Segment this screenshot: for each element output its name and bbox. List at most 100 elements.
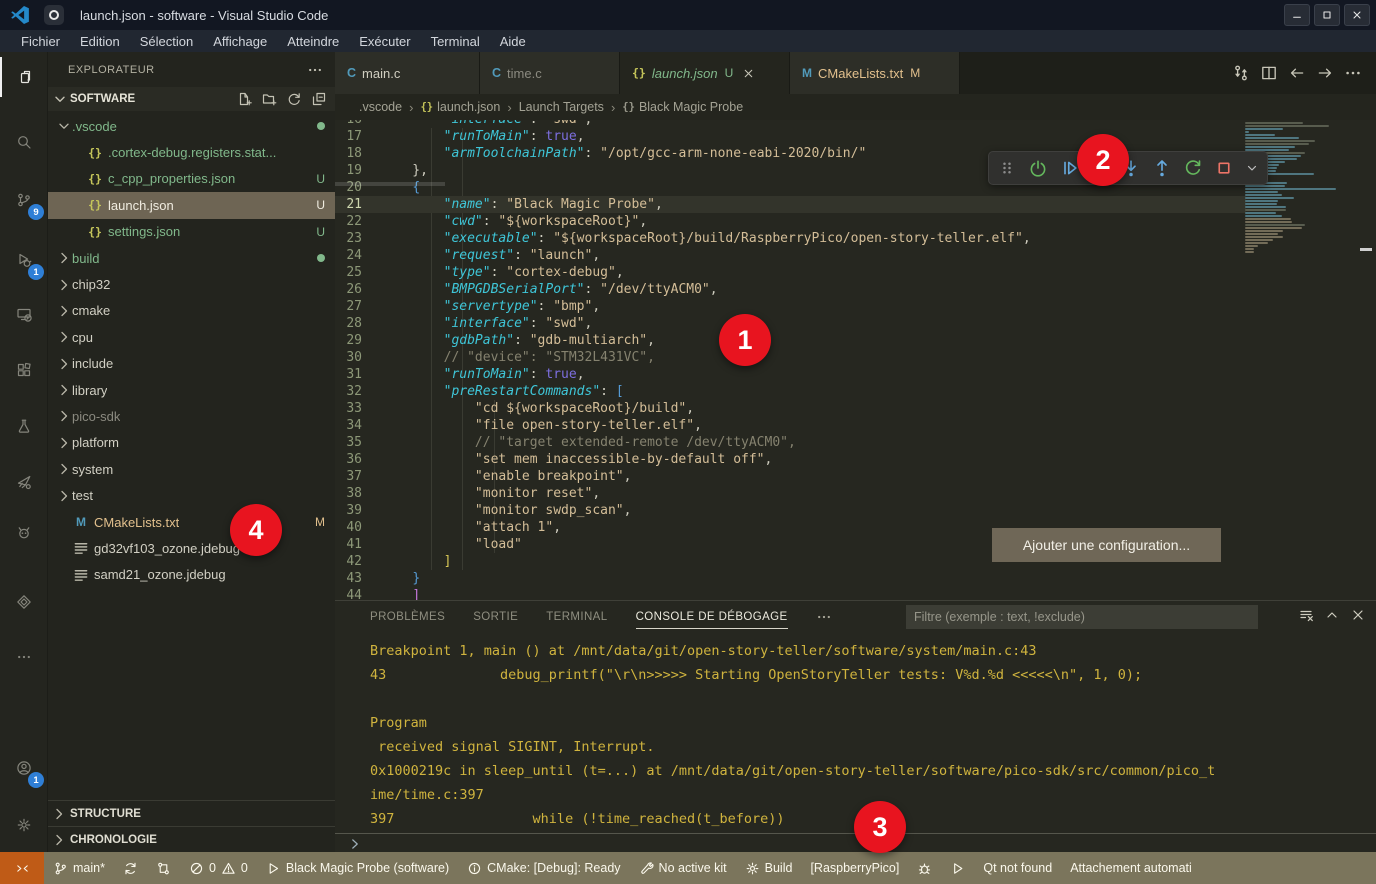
activity-testing[interactable] bbox=[0, 404, 48, 448]
navigate-back-icon[interactable] bbox=[1288, 64, 1306, 82]
tree-item-library[interactable]: library bbox=[48, 377, 335, 403]
tree-item-platform[interactable]: platform bbox=[48, 430, 335, 456]
menu-fichier[interactable]: Fichier bbox=[12, 33, 69, 50]
continue-icon[interactable] bbox=[1059, 158, 1079, 178]
tree-item-include[interactable]: include bbox=[48, 351, 335, 377]
tree-item--vscode[interactable]: .vscode bbox=[48, 113, 335, 139]
menu-terminal[interactable]: Terminal bbox=[422, 33, 489, 50]
panel-tab-probl-mes[interactable]: PROBLÈMES bbox=[370, 605, 445, 629]
menu-exécuter[interactable]: Exécuter bbox=[350, 33, 419, 50]
menu-sélection[interactable]: Sélection bbox=[131, 33, 202, 50]
breadcrumb-item-black-magic-probe[interactable]: {}Black Magic Probe bbox=[622, 100, 743, 114]
restart-icon[interactable] bbox=[1183, 158, 1203, 178]
panel-more-icon[interactable] bbox=[816, 609, 832, 625]
tree-item-gd32vf103-ozone-jdebug[interactable]: gd32vf103_ozone.jdebug bbox=[48, 535, 335, 561]
collapse-folders-icon[interactable] bbox=[311, 91, 327, 107]
tree-item-c-cpp-properties-json[interactable]: {}c_cpp_properties.jsonU bbox=[48, 166, 335, 192]
chevron-down-icon[interactable] bbox=[1245, 161, 1259, 175]
activity-remote-explorer[interactable] bbox=[0, 292, 48, 336]
activity-source-control[interactable]: 9 bbox=[0, 178, 48, 222]
more-actions-icon[interactable] bbox=[1344, 64, 1362, 82]
tree-item-system[interactable]: system bbox=[48, 456, 335, 482]
tree-item--cortex-debug-registers-stat-[interactable]: {}.cortex-debug.registers.stat... bbox=[48, 139, 335, 165]
activity-extensions[interactable] bbox=[0, 348, 48, 392]
tree-item-settings-json[interactable]: {}settings.jsonU bbox=[48, 219, 335, 245]
step-out-icon[interactable] bbox=[1152, 158, 1172, 178]
add-configuration-button[interactable]: Ajouter une configuration... bbox=[992, 528, 1221, 562]
tree-item-cmake[interactable]: cmake bbox=[48, 298, 335, 324]
close-tab-icon[interactable] bbox=[742, 67, 755, 80]
status-cmake-variant[interactable]: [RaspberryPico] bbox=[801, 852, 908, 884]
activity-more-views[interactable] bbox=[0, 635, 48, 679]
activity-run-and-debug[interactable]: 1 bbox=[0, 238, 48, 282]
menu-aide[interactable]: Aide bbox=[491, 33, 535, 50]
chevron-right-icon bbox=[48, 806, 70, 822]
tab-cmakelists-txt[interactable]: MCMakeLists.txtM bbox=[790, 52, 960, 94]
clear-console-icon[interactable] bbox=[1298, 607, 1314, 623]
sidebar-more-icon[interactable] bbox=[307, 62, 323, 78]
maximize-button[interactable] bbox=[1314, 4, 1340, 26]
activity-accounts[interactable]: 1 bbox=[0, 746, 48, 790]
tree-item-test[interactable]: test bbox=[48, 482, 335, 508]
status-remote-indicator[interactable] bbox=[0, 852, 44, 884]
menu-affichage[interactable]: Affichage bbox=[204, 33, 276, 50]
close-panel-icon[interactable] bbox=[1350, 607, 1366, 623]
breadcrumb-item--vscode[interactable]: .vscode bbox=[359, 100, 402, 114]
activity-prism-extension[interactable] bbox=[0, 580, 48, 624]
power-icon[interactable] bbox=[1028, 158, 1048, 178]
tab-main-c[interactable]: Cmain.c bbox=[335, 52, 480, 94]
section-structure[interactable]: STRUCTURE bbox=[48, 800, 335, 826]
activity-robot-extension[interactable] bbox=[0, 510, 48, 554]
tree-item-build[interactable]: build bbox=[48, 245, 335, 271]
breadcrumb-item-launch-targets[interactable]: Launch Targets bbox=[519, 100, 604, 114]
tab-launch-json[interactable]: {}launch.jsonU bbox=[620, 52, 790, 94]
panel-tab-terminal[interactable]: TERMINAL bbox=[546, 605, 607, 629]
status-launch-target[interactable] bbox=[941, 852, 974, 884]
panel-tab-sortie[interactable]: SORTIE bbox=[473, 605, 518, 629]
activity-tools-extension[interactable] bbox=[0, 460, 48, 504]
minimap[interactable] bbox=[1245, 122, 1355, 254]
close-window-button[interactable] bbox=[1344, 4, 1370, 26]
tab-time-c[interactable]: Ctime.c bbox=[480, 52, 620, 94]
stop-icon[interactable] bbox=[1214, 158, 1234, 178]
section-chronologie[interactable]: CHRONOLOGIE bbox=[48, 826, 335, 852]
tree-item-chip32[interactable]: chip32 bbox=[48, 271, 335, 297]
tree-item-pico-sdk[interactable]: pico-sdk bbox=[48, 403, 335, 429]
tree-item-cmakelists-txt[interactable]: MCMakeLists.txtM bbox=[48, 509, 335, 535]
status-cmake-status[interactable]: CMake: [Debug]: Ready bbox=[458, 852, 629, 884]
panel-tab-console-de-d-bogage[interactable]: CONSOLE DE DÉBOGAGE bbox=[636, 605, 788, 629]
status-git-compare[interactable] bbox=[147, 852, 180, 884]
tree-item-samd21-ozone-jdebug[interactable]: samd21_ozone.jdebug bbox=[48, 562, 335, 588]
status-auto-attach[interactable]: Attachement automati bbox=[1061, 852, 1201, 884]
debug-console-filter-input[interactable] bbox=[906, 605, 1258, 629]
status-debug-configuration[interactable]: Black Magic Probe (software) bbox=[257, 852, 458, 884]
navigate-forward-icon[interactable] bbox=[1316, 64, 1334, 82]
breadcrumb[interactable]: .vscode›{}launch.json›Launch Targets›{}B… bbox=[335, 94, 1376, 120]
tree-item-launch-json[interactable]: {}launch.jsonU bbox=[48, 192, 335, 218]
explorer-section-header[interactable]: SOFTWARE bbox=[48, 87, 335, 111]
status-cmake-kit[interactable]: No active kit bbox=[630, 852, 736, 884]
new-folder-icon[interactable] bbox=[261, 91, 277, 107]
menu-edition[interactable]: Edition bbox=[71, 33, 129, 50]
minimize-button[interactable] bbox=[1284, 4, 1310, 26]
status-git-branch[interactable]: main* bbox=[44, 852, 114, 884]
activity-explorer[interactable] bbox=[0, 55, 48, 99]
open-changes-icon[interactable] bbox=[1232, 64, 1250, 82]
code-editor[interactable]: 16 "interface": "swd",17 "runToMain": tr… bbox=[335, 120, 1376, 600]
split-editor-icon[interactable] bbox=[1260, 64, 1278, 82]
tree-item-cpu[interactable]: cpu bbox=[48, 324, 335, 350]
status-debug-target[interactable] bbox=[908, 852, 941, 884]
refresh-explorer-icon[interactable] bbox=[286, 91, 302, 107]
collapse-panel-icon[interactable] bbox=[1324, 607, 1340, 623]
code-line-16: 16 "interface": "swd", bbox=[335, 120, 1246, 128]
status-problems[interactable]: 00 bbox=[180, 852, 257, 884]
status-cmake-build[interactable]: Build bbox=[736, 852, 802, 884]
menu-atteindre[interactable]: Atteindre bbox=[278, 33, 348, 50]
activity-search[interactable] bbox=[0, 120, 48, 164]
breadcrumb-item-launch-json[interactable]: {}launch.json bbox=[420, 100, 500, 114]
debug-console-output[interactable]: Breakpoint 1, main () at /mnt/data/git/o… bbox=[335, 639, 1376, 831]
activity-settings[interactable] bbox=[0, 803, 48, 847]
status-qt-status[interactable]: Qt not found bbox=[974, 852, 1061, 884]
new-file-icon[interactable] bbox=[236, 91, 252, 107]
status-sync-changes[interactable] bbox=[114, 852, 147, 884]
